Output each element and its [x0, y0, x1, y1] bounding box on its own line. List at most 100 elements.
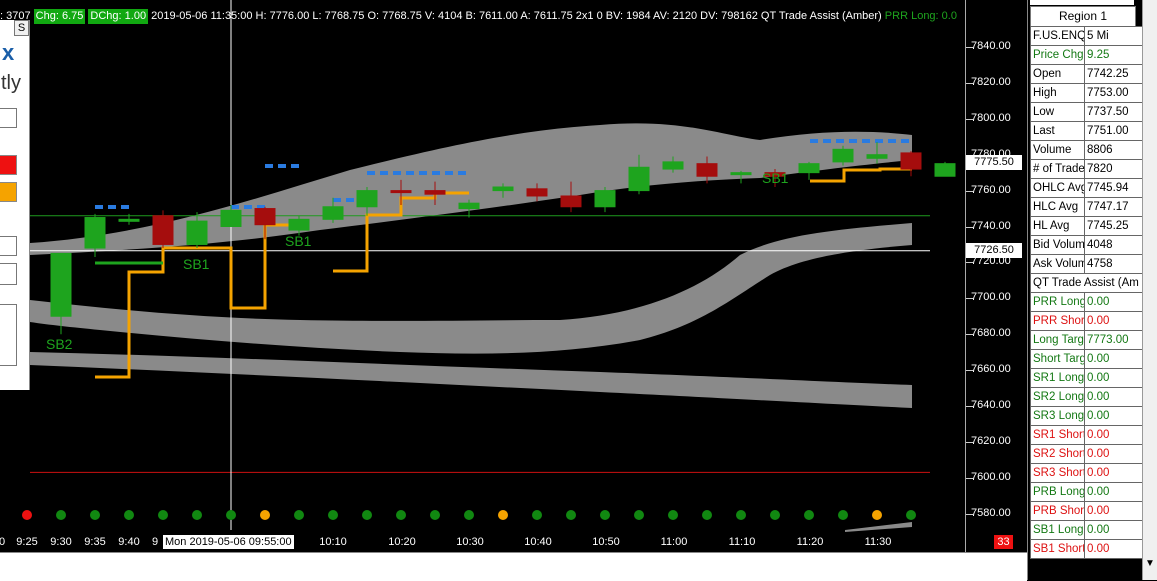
time-label: 9:25 [16, 536, 38, 548]
data-key: Open [1030, 64, 1085, 84]
data-row: SR3 Long 0.00 [1030, 406, 1156, 426]
data-row: High 7753.00 [1030, 83, 1156, 103]
signal-dot [226, 510, 236, 520]
data-row: PRB Short 0.00 [1030, 501, 1156, 521]
signal-label-sb1_b: SB1 [285, 233, 312, 249]
price-label: 7840.00 [971, 40, 1011, 52]
data-row: Volume 8806 [1030, 140, 1156, 160]
data-row: PRB Long 0.00 [1030, 482, 1156, 502]
candle-body [832, 148, 854, 163]
signal-dot [90, 510, 100, 520]
data-key: Bid Volum [1030, 235, 1085, 255]
time-label: 11:00 [660, 536, 688, 548]
data-key: Long Targ [1030, 330, 1085, 350]
data-row: HLC Avg 7747.17 [1030, 197, 1156, 217]
candle-body [730, 172, 752, 176]
signal-dot [328, 510, 338, 520]
data-key: Volume [1030, 140, 1085, 160]
data-window-header [1030, 0, 1134, 5]
time-label: 11:10 [728, 536, 756, 548]
signal-label-sb1_a: SB1 [183, 256, 210, 272]
price-axis[interactable]: 7840.00 7820.00 7800.00 7780.00 7760.00 7740.… [965, 0, 1023, 552]
price-label: 7740.00 [971, 219, 1011, 232]
data-row: SB1 Short 0.00 [1030, 539, 1156, 559]
candle-body [288, 218, 310, 231]
bottom-scroll-strip[interactable] [0, 552, 1027, 581]
candle-body [424, 190, 446, 195]
scroll-down-icon[interactable]: ▼ [1145, 558, 1155, 569]
candle-body [628, 166, 650, 192]
candle-body [186, 220, 208, 245]
data-row: QT Trade Assist (Am [1030, 273, 1156, 293]
target-step-line-c [810, 167, 912, 183]
data-key: PRB Short [1030, 501, 1085, 521]
price-label: 7820.00 [971, 75, 1011, 88]
data-key: QT Trade Assist (Am [1030, 273, 1156, 293]
data-row: Ask Volum 4758 [1030, 254, 1156, 274]
time-label: 9:40 [118, 536, 140, 548]
data-window-scrollbar[interactable] [1142, 0, 1157, 580]
bar-countdown-badge: 33 [994, 535, 1013, 549]
data-key: SB1 Long [1030, 520, 1085, 540]
panel-orange-button[interactable] [0, 182, 17, 202]
signal-dot [396, 510, 406, 520]
signal-dot [362, 510, 372, 520]
region-label: Region 1 [1030, 6, 1136, 27]
signal-dot [192, 510, 202, 520]
time-label: 9 [151, 536, 159, 548]
candle-body [84, 217, 106, 249]
info-details: 2019-05-06 11:35:00 H: 7776.00 L: 7768.7… [151, 10, 882, 22]
candle-body [934, 163, 956, 177]
panel-input-box[interactable] [0, 108, 17, 128]
candle-body [492, 186, 514, 192]
bottom-band [30, 352, 912, 408]
time-label: 11:30 [864, 536, 892, 548]
data-row: Price Chg 9.25 [1030, 45, 1156, 65]
price-label: 7660.00 [971, 363, 1011, 376]
signal-dot [770, 510, 780, 520]
panel-red-button[interactable] [0, 155, 17, 175]
signal-dot [702, 510, 712, 520]
signal-dot [430, 510, 440, 520]
candle-body [458, 202, 480, 210]
time-axis[interactable]: 0 9:25 9:30 9:35 9:40 9 10:10 10:20 10:30 10:40 10… [0, 530, 965, 552]
data-row: Short Targ 0.00 [1030, 349, 1156, 369]
data-key: SR3 Long [1030, 406, 1085, 426]
signal-dot [804, 510, 814, 520]
time-label: 10:10 [319, 536, 347, 548]
price-label: 7760.00 [971, 183, 1011, 196]
candle-body [254, 208, 276, 226]
panel-s-button[interactable]: S [14, 20, 29, 36]
candle-body [118, 218, 140, 222]
data-row: OHLC Avg 7745.94 [1030, 178, 1156, 198]
time-label: 9:30 [50, 536, 72, 548]
candle-body [560, 195, 582, 208]
time-label: 11:20 [796, 536, 824, 548]
signal-dot [668, 510, 678, 520]
candle-body [356, 190, 378, 208]
price-label: 7620.00 [971, 434, 1011, 447]
last-price-badge: 7775.50 [966, 155, 1022, 170]
candle-body [390, 190, 412, 194]
data-key: SB1 Short [1030, 539, 1085, 559]
signal-dot [56, 510, 66, 520]
time-label: 10:50 [592, 536, 620, 548]
candle-body [526, 188, 548, 197]
data-row: SR3 Short 0.00 [1030, 463, 1156, 483]
panel-text-area[interactable] [0, 304, 17, 366]
data-key: PRR Short [1030, 311, 1085, 331]
candle-body [866, 154, 888, 159]
price-chart[interactable]: SB2 SB1 SB1 SB1 [0, 0, 965, 552]
data-key: Price Chg [1030, 45, 1085, 65]
data-row: SB1 Long 0.00 [1030, 520, 1156, 540]
data-key: # of Trade [1030, 159, 1085, 179]
crosshair-price-badge: 7726.50 [966, 243, 1022, 258]
panel-field-2[interactable] [0, 263, 17, 285]
data-key: Low [1030, 102, 1085, 122]
signal-dot [260, 510, 270, 520]
candle-body [152, 215, 174, 245]
data-window: Region 1 F.US.ENQM195 MiPrice Chg9.25Ope… [1027, 0, 1157, 580]
signal-dot [464, 510, 474, 520]
data-row: Bid Volum 4048 [1030, 235, 1156, 255]
panel-field-1[interactable] [0, 236, 17, 256]
